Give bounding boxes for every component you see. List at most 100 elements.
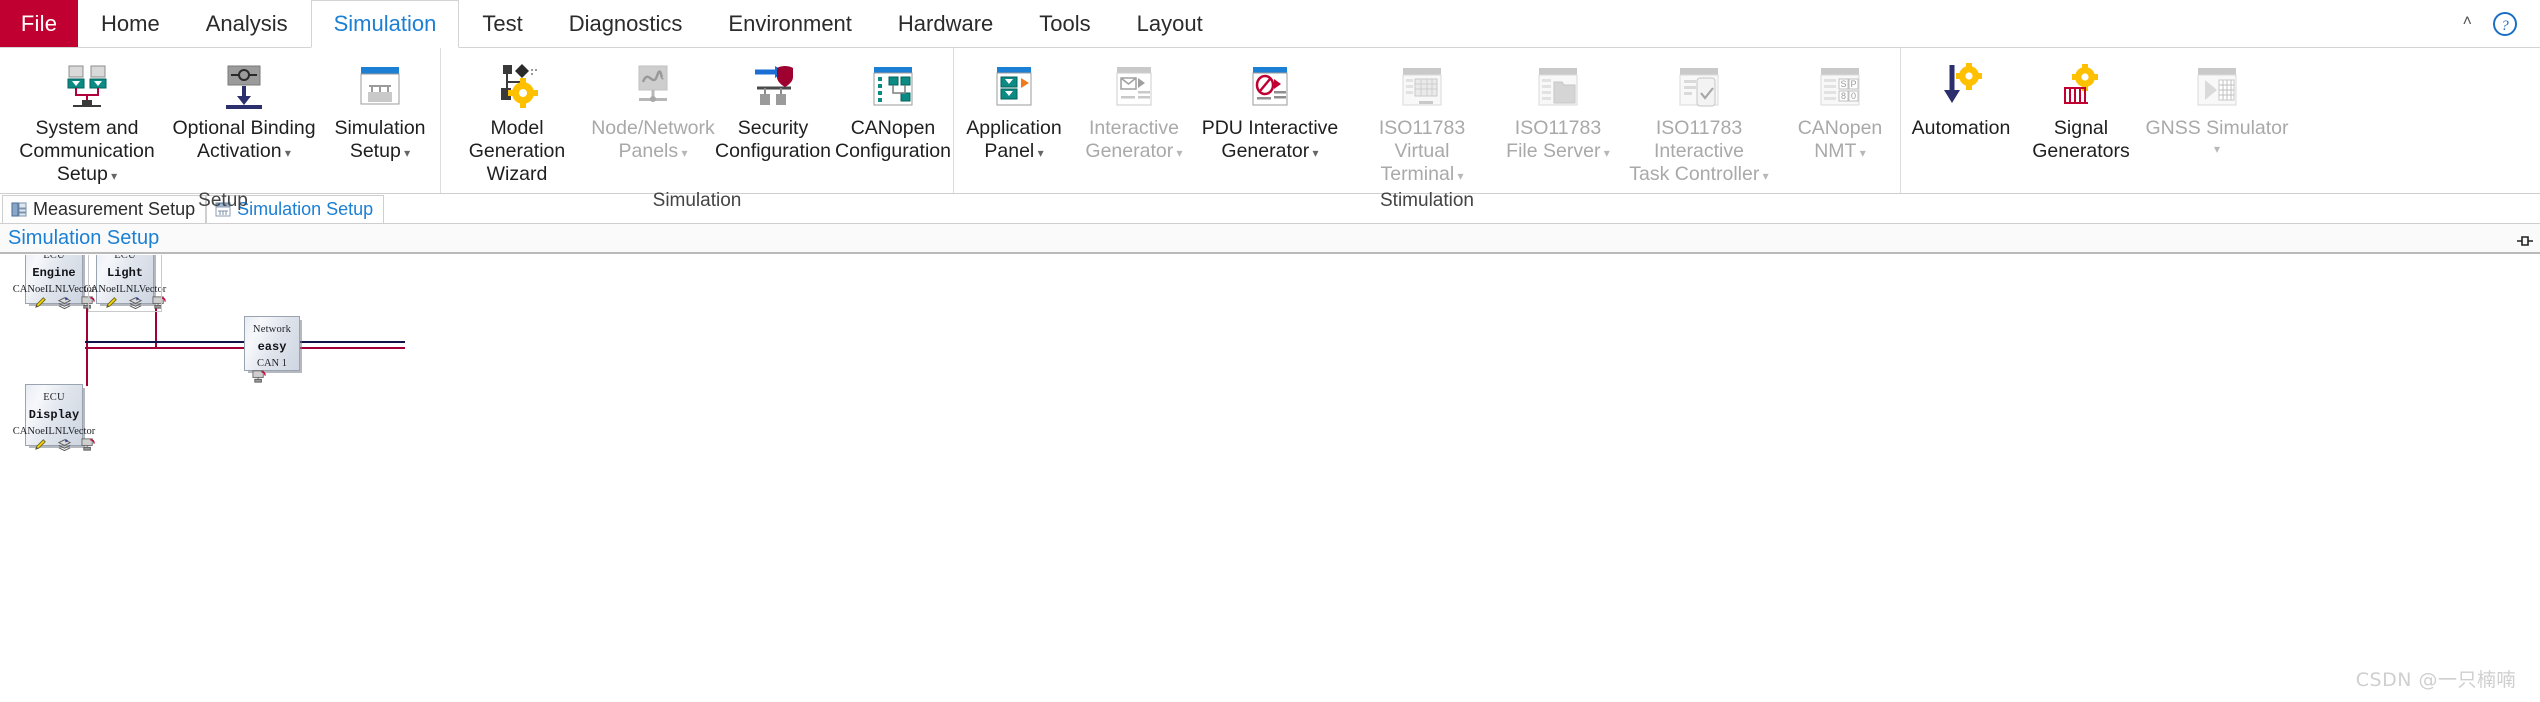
node-toolbar	[252, 369, 267, 384]
chevron-down-icon[interactable]: ▾	[2214, 142, 2220, 156]
pdu-interactive-generator-icon	[1242, 58, 1298, 114]
node-subtitle: CANoeILNLVector	[12, 426, 96, 437]
ribbon-group-setup: System and Communication Setup ▾ Optional…	[6, 48, 440, 211]
document-header: Simulation Setup	[0, 224, 2540, 254]
gnss-simulator-icon	[2189, 58, 2245, 114]
node-toolbar	[104, 295, 167, 310]
simulation-setup-canvas[interactable]: CSDN @一只楠喃 ECU Engine CANoeILNLVector ECU Li…	[0, 254, 2540, 702]
chevron-down-icon[interactable]: ▾	[1759, 169, 1769, 183]
ribbon-button-label: GNSS Simulator	[2145, 117, 2289, 139]
tab-hardware[interactable]: Hardware	[875, 0, 1016, 47]
tab-home[interactable]: Home	[78, 0, 183, 47]
ribbon-button-optional-binding-activation[interactable]: Optional Binding Activation ▾	[168, 55, 320, 163]
page-title: Simulation Setup	[8, 226, 160, 249]
iso11783-virtual-terminal-icon	[1394, 58, 1450, 114]
chevron-down-icon[interactable]: ▾	[1034, 146, 1044, 160]
ribbon-button-system-communication-setup[interactable]: System and Communication Setup ▾	[6, 55, 168, 186]
ribbon-button-label: Security Configuration	[715, 117, 831, 162]
layers-icon[interactable]	[57, 437, 72, 452]
ribbon-button-label: Optional Binding Activation	[172, 117, 316, 162]
ribbon-button-label: Model Generation Wizard	[468, 117, 566, 185]
tab-file[interactable]: File	[0, 0, 78, 47]
chevron-down-icon[interactable]: ▾	[108, 169, 117, 183]
ribbon-button-model-generation-wizard[interactable]: Model Generation Wizard	[441, 55, 593, 186]
network-monitor-icon[interactable]	[252, 369, 267, 384]
edit-pencil-icon[interactable]	[33, 437, 48, 452]
ribbon-group-items: Model Generation Wizard Node/Network Pane…	[441, 48, 953, 186]
ribbon-button-label: Node/Network Panels	[591, 117, 715, 162]
network-monitor-icon[interactable]	[152, 295, 167, 310]
pin-icon[interactable]	[2516, 231, 2534, 246]
chevron-down-icon[interactable]: ▾	[678, 146, 687, 160]
ribbon-button-node-network-panels: Node/Network Panels ▾	[591, 55, 715, 163]
ribbon-button-signal-generators[interactable]: Signal Generators	[2021, 55, 2141, 163]
chevron-down-icon[interactable]: ▾	[1309, 146, 1319, 160]
network-monitor-icon[interactable]	[81, 437, 96, 452]
ribbon-button-application-panel[interactable]: Application Panel ▾	[954, 55, 1074, 163]
edit-pencil-icon[interactable]	[104, 295, 119, 310]
diagram-node-engine[interactable]: ECU Engine CANoeILNLVector	[13, 255, 95, 310]
help-icon[interactable]: ?	[2492, 11, 2518, 37]
node-subtitle: CAN 1	[256, 358, 288, 369]
node-network-panels-icon	[625, 58, 681, 114]
automation-icon	[1933, 58, 1989, 114]
layers-icon[interactable]	[128, 295, 143, 310]
node-toolbar	[33, 295, 96, 310]
ribbon-button-label: Interactive Generator	[1085, 117, 1179, 162]
chevron-down-icon[interactable]: ▾	[282, 146, 291, 160]
node-name: easy	[257, 340, 287, 354]
node-kind: Network	[252, 324, 292, 335]
tab-simulation[interactable]: Simulation	[310, 0, 460, 48]
svg-text:0: 0	[1851, 91, 1856, 101]
tab-analysis[interactable]: Analysis	[183, 0, 311, 47]
security-configuration-icon	[745, 58, 801, 114]
ribbon-button-gnss-simulator: GNSS Simulator ▾	[2141, 55, 2293, 158]
ribbon-tab-list: Home Analysis Simulation Test Diagnostics Env…	[78, 0, 1226, 48]
tab-tools[interactable]: Tools	[1016, 0, 1113, 47]
chevron-down-icon[interactable]: ▾	[1856, 146, 1866, 160]
ribbon-button-label: System and Communication Setup	[19, 117, 155, 185]
ribbon-group-items: Application Panel ▾ Interactive Generator…	[954, 48, 1900, 186]
wire-display-drop[interactable]	[86, 347, 88, 386]
tab-diagnostics[interactable]: Diagnostics	[546, 0, 706, 47]
application-panel-icon	[986, 58, 1042, 114]
ribbon-button-iso11783-virtual-terminal: ISO11783 Virtual Terminal ▾	[1346, 55, 1498, 186]
diagram-node-display[interactable]: ECU Display CANoeILNLVector	[13, 384, 95, 452]
diagram-node-light[interactable]: ECU Light CANoeILNLVector	[84, 254, 166, 312]
node-name: Light	[106, 266, 143, 280]
tab-environment[interactable]: Environment	[705, 0, 875, 47]
collapse-ribbon-icon[interactable]: ˄	[2463, 13, 2472, 30]
chevron-down-icon[interactable]: ▾	[1454, 169, 1463, 183]
ribbon-button-simulation-setup[interactable]: Simulation Setup ▾	[320, 55, 440, 163]
ribbon-group-title: Setup	[198, 190, 248, 211]
node-name: Display	[28, 408, 80, 422]
edit-pencil-icon[interactable]	[33, 295, 48, 310]
svg-text:S: S	[1840, 79, 1846, 89]
ribbon-button-label: Simulation Setup	[334, 117, 426, 162]
ribbon-button-security-configuration[interactable]: Security Configuration	[713, 55, 833, 163]
diagram-node-easy[interactable]: Network easy CAN 1	[244, 316, 300, 383]
ribbon-button-iso11783-task-controller: ISO11783 Interactive Task Controller ▾	[1618, 55, 1780, 186]
layers-icon[interactable]	[57, 295, 72, 310]
chevron-down-icon[interactable]: ▾	[1600, 146, 1610, 160]
ribbon-button-pdu-interactive-generator[interactable]: PDU Interactive Generator ▾	[1194, 55, 1346, 163]
ribbon-button-label: ISO11783 File Server	[1506, 117, 1602, 162]
ribbon-button-canopen-nmt: S P 8 0 CANopen NMT ▾	[1780, 55, 1900, 163]
ribbon-button-automation[interactable]: Automation	[1901, 55, 2021, 140]
ribbon-button-label: Application Panel	[966, 117, 1062, 162]
iso11783-task-controller-icon	[1671, 58, 1727, 114]
tab-test[interactable]: Test	[459, 0, 545, 47]
chevron-down-icon[interactable]: ▾	[1173, 146, 1183, 160]
node-kind: ECU	[114, 254, 136, 261]
node-subtitle: CANoeILNLVector	[83, 284, 167, 295]
tab-layout[interactable]: Layout	[1114, 0, 1226, 47]
optional-binding-activation-icon	[216, 58, 272, 114]
chevron-down-icon[interactable]: ▾	[401, 146, 410, 160]
network-monitor-icon[interactable]	[81, 295, 96, 310]
ribbon-group-title	[1901, 163, 2293, 193]
ribbon-button-interactive-generator: Interactive Generator ▾	[1074, 55, 1194, 163]
ribbon-tabstrip: File Home Analysis Simulation Test Diagnosti…	[0, 0, 2540, 48]
canopen-configuration-icon	[865, 58, 921, 114]
ribbon-button-canopen-configuration[interactable]: CANopen Configuration	[833, 55, 953, 163]
tabstrip-right-controls: ˄ ?	[2463, 0, 2540, 47]
